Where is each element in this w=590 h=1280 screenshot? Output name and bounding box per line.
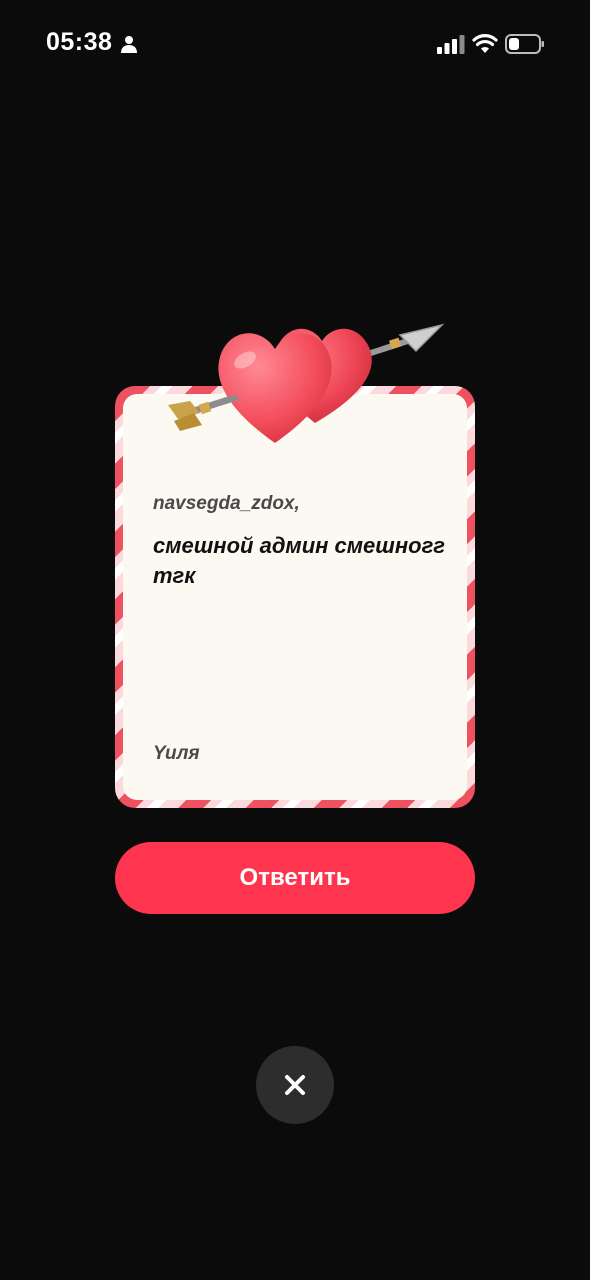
person-icon (121, 36, 137, 53)
wifi-icon (472, 34, 498, 53)
card-signature: Yuля (153, 743, 200, 764)
card-recipient: navsegda_zdox, (153, 493, 300, 514)
signal-icon (437, 35, 465, 54)
card-message: смешной админ смешногг тгк (153, 533, 446, 588)
close-button[interactable] (256, 1046, 334, 1124)
close-icon (285, 1075, 305, 1095)
hearts-arrow-icon (168, 323, 445, 443)
battery-icon (505, 34, 544, 54)
status-time: 05:38 (46, 28, 113, 56)
status-bar: 05:38 (0, 0, 590, 90)
reply-button[interactable]: Ответить (115, 842, 475, 914)
